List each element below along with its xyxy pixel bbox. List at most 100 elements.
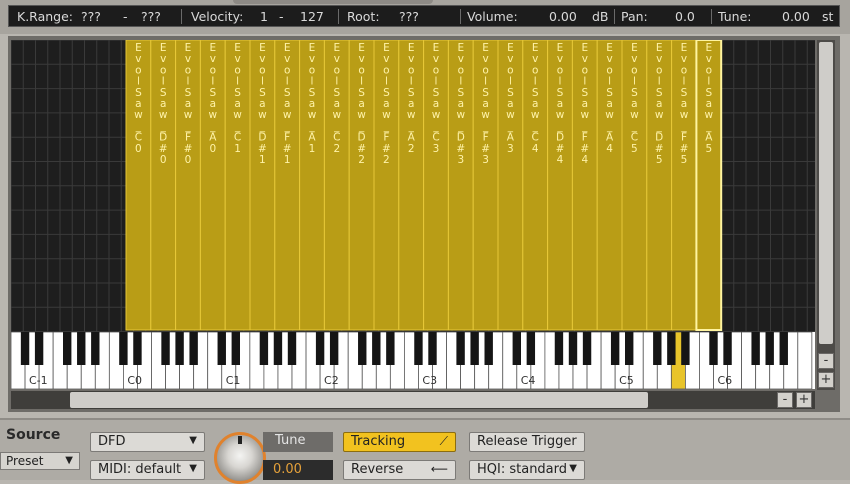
black-key[interactable] bbox=[386, 332, 395, 365]
zone-F#0[interactable]: EvolSaw_F#0 bbox=[175, 40, 201, 331]
zone-label-char: v bbox=[234, 53, 240, 65]
hqi-dropdown[interactable]: HQI: standard ▼ bbox=[469, 460, 585, 480]
zone-grid[interactable]: Ev o l Sa w _ C 0 Ev o l Sa w _ D #0 Ev o l Sa w _ F #0 Ev o l Sa w _… bbox=[11, 40, 815, 332]
velocity-label: Velocity: bbox=[191, 9, 244, 24]
zone-label-char: _ bbox=[680, 120, 687, 132]
zone-F#3[interactable]: EvolSaw_F#3 bbox=[472, 40, 499, 331]
zone-label-char: 3 bbox=[433, 143, 440, 155]
zoom-in-horizontal-button[interactable]: + bbox=[796, 392, 812, 408]
black-key[interactable] bbox=[372, 332, 381, 365]
zone-D#3[interactable]: EvolSaw_D#3 bbox=[447, 40, 474, 331]
black-key[interactable] bbox=[273, 332, 283, 365]
black-key[interactable] bbox=[91, 332, 100, 365]
zone-D#1[interactable]: EvolSaw_D#1 bbox=[249, 40, 276, 331]
black-key[interactable] bbox=[414, 332, 423, 365]
velocity-low[interactable]: 1 bbox=[260, 9, 268, 24]
black-key[interactable] bbox=[709, 332, 718, 365]
zoom-in-vertical-button[interactable]: + bbox=[818, 372, 834, 388]
tune-value[interactable]: 0.00 bbox=[782, 9, 810, 24]
zoom-out-vertical-button[interactable]: - bbox=[818, 353, 834, 369]
black-key[interactable] bbox=[161, 332, 170, 365]
reverse-button[interactable]: Reverse ⟵ bbox=[343, 460, 456, 480]
black-key[interactable] bbox=[315, 332, 325, 365]
white-key[interactable] bbox=[797, 331, 813, 390]
zone-F#1[interactable]: EvolSaw_F#1 bbox=[274, 40, 301, 331]
black-key[interactable] bbox=[428, 332, 437, 365]
preset-dropdown[interactable]: Preset ▼ bbox=[0, 452, 80, 470]
zone-F#4[interactable]: EvolSaw_F#4 bbox=[571, 40, 598, 331]
black-key[interactable] bbox=[259, 332, 269, 365]
dfd-dropdown[interactable]: DFD ▼ bbox=[90, 432, 205, 452]
tune-knob-value[interactable]: 0.00 bbox=[263, 460, 333, 480]
black-key[interactable] bbox=[751, 332, 760, 365]
zone-label-char: l bbox=[484, 76, 487, 88]
black-key[interactable] bbox=[568, 332, 578, 365]
zoom-out-horizontal-button[interactable]: - bbox=[777, 392, 793, 408]
zone-C0[interactable]: EvolSaw_C0 bbox=[125, 40, 152, 331]
root-value[interactable]: ??? bbox=[399, 9, 419, 24]
pan-value[interactable]: 0.0 bbox=[675, 9, 695, 24]
black-key[interactable] bbox=[20, 332, 30, 365]
zone-C2[interactable]: EvolSaw_C2 bbox=[323, 40, 350, 331]
black-key[interactable] bbox=[217, 332, 226, 365]
black-key[interactable] bbox=[526, 332, 536, 365]
black-key[interactable] bbox=[329, 332, 339, 365]
black-key[interactable] bbox=[554, 332, 564, 365]
zone-D#5[interactable]: EvolSaw_D#5 bbox=[646, 40, 673, 331]
vertical-scroll-thumb[interactable] bbox=[819, 42, 833, 344]
black-key[interactable] bbox=[484, 332, 493, 365]
horizontal-scroll-thumb[interactable] bbox=[70, 392, 648, 408]
black-key[interactable] bbox=[34, 332, 44, 365]
black-key[interactable] bbox=[610, 332, 620, 365]
black-key[interactable] bbox=[77, 332, 86, 365]
release-trigger-button[interactable]: Release Trigger bbox=[469, 432, 585, 452]
black-key[interactable] bbox=[119, 332, 128, 365]
zone-C5[interactable]: EvolSaw_C5 bbox=[621, 40, 648, 331]
zone-C1[interactable]: EvolSaw_C1 bbox=[224, 40, 251, 331]
zone-A3[interactable]: EvolSaw_A3 bbox=[497, 40, 524, 331]
black-key[interactable] bbox=[189, 332, 198, 365]
black-key[interactable] bbox=[723, 332, 732, 365]
zone-A0[interactable]: EvolSaw_A0 bbox=[199, 40, 226, 331]
zone-D#4[interactable]: EvolSaw_D#4 bbox=[547, 40, 573, 331]
black-key[interactable] bbox=[653, 332, 662, 365]
top-tab[interactable] bbox=[233, 0, 433, 4]
black-key[interactable] bbox=[231, 332, 240, 365]
zone-A1[interactable]: EvolSaw_A1 bbox=[299, 40, 325, 331]
black-key[interactable] bbox=[779, 332, 788, 365]
zone-C3[interactable]: EvolSaw_C3 bbox=[423, 40, 449, 331]
black-key[interactable] bbox=[63, 332, 72, 365]
zone-label-char: w bbox=[630, 109, 639, 121]
zone-label-char: a bbox=[482, 98, 488, 110]
black-key[interactable] bbox=[175, 332, 184, 365]
zone-label-char: A bbox=[507, 132, 515, 144]
black-key[interactable] bbox=[765, 332, 774, 365]
krange-high[interactable]: ??? bbox=[141, 9, 161, 24]
zone-A2[interactable]: EvolSaw_A2 bbox=[398, 40, 425, 331]
black-key[interactable] bbox=[582, 332, 592, 365]
black-key[interactable] bbox=[625, 332, 634, 365]
zone-A5[interactable]: EvolSaw_A5 bbox=[695, 40, 723, 331]
zone-label-char: E bbox=[259, 42, 266, 54]
black-key[interactable] bbox=[133, 332, 142, 365]
black-key[interactable] bbox=[681, 332, 690, 365]
zone-F#2[interactable]: EvolSaw_F#2 bbox=[373, 40, 400, 331]
zone-F#5[interactable]: EvolSaw_F#5 bbox=[671, 40, 697, 331]
tracking-button[interactable]: Tracking ⟋ bbox=[343, 432, 456, 452]
black-key[interactable] bbox=[287, 332, 297, 365]
zone-D#2[interactable]: EvolSaw_D#2 bbox=[348, 40, 375, 331]
zone-label-char: a bbox=[557, 98, 563, 110]
black-key[interactable] bbox=[512, 332, 521, 365]
zone-A4[interactable]: EvolSaw_A4 bbox=[596, 40, 623, 331]
volume-value[interactable]: 0.00 bbox=[549, 9, 577, 24]
zone-C4[interactable]: EvolSaw_C4 bbox=[522, 40, 549, 331]
black-key[interactable] bbox=[358, 332, 367, 365]
piano-keyboard[interactable]: C-1 C0 C1 C2 C3 C4 C5 C6 bbox=[10, 331, 815, 390]
black-key[interactable] bbox=[456, 332, 465, 365]
midi-dropdown[interactable]: MIDI: default ▼ bbox=[90, 460, 205, 480]
zone-D#0[interactable]: EvolSaw_D#0 bbox=[150, 40, 177, 331]
black-key[interactable] bbox=[667, 332, 676, 365]
black-key[interactable] bbox=[470, 332, 479, 365]
velocity-high[interactable]: 127 bbox=[300, 9, 324, 24]
krange-low[interactable]: ??? bbox=[81, 9, 101, 24]
